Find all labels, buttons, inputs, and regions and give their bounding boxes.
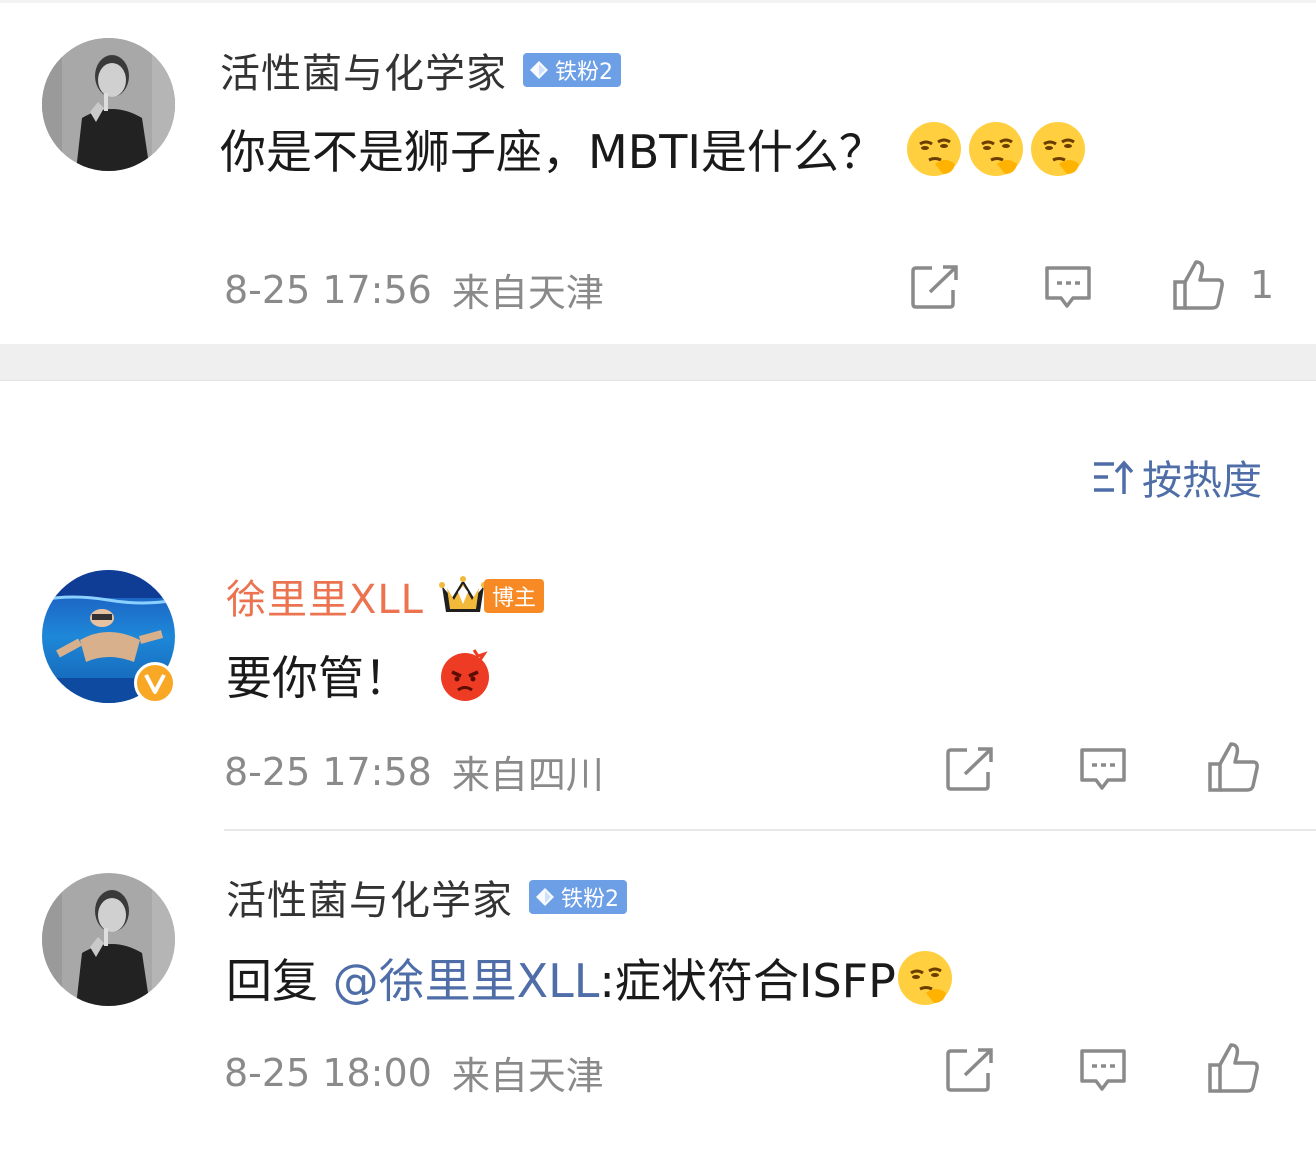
reply-button[interactable] — [1043, 264, 1093, 310]
angry-face-icon — [436, 646, 494, 704]
comment-text: 要你管！ — [226, 651, 410, 705]
avatar[interactable] — [42, 873, 175, 1006]
thumbs-up-icon — [1208, 1043, 1259, 1093]
share-icon — [911, 265, 958, 309]
reply-button[interactable] — [1078, 746, 1128, 792]
username-row: 活性菌与化学家 铁粉2 — [226, 867, 627, 927]
section-separator — [0, 344, 1316, 381]
comment-meta: 8-25 17:56 来自天津 — [224, 262, 604, 317]
share-icon — [946, 747, 993, 791]
comment-text-row: 你是不是狮子座，MBTI是什么？ — [220, 116, 1087, 182]
comment-text: 你是不是狮子座，MBTI是什么？ — [220, 125, 885, 179]
sort-label: 按热度 — [1142, 458, 1262, 504]
blogger-badge[interactable]: 博主 — [438, 576, 544, 614]
fan-badge[interactable]: 铁粉2 — [529, 880, 627, 914]
comment-item: 徐里里XLL 博主 要你管！ 8-25 17:58 来自四川 — [0, 520, 1316, 830]
comment-icon — [1080, 748, 1126, 790]
thumbs-up-icon — [1208, 742, 1259, 792]
thinking-face-icon — [896, 949, 954, 1007]
comment-text-row: 要你管！ — [226, 642, 494, 708]
like-count: 1 — [1250, 263, 1275, 307]
comment-location: 来自天津 — [451, 1054, 604, 1098]
reply-prefix: 回复 — [226, 954, 333, 1008]
username[interactable]: 徐里里XLL — [226, 567, 424, 625]
sort-toggle[interactable]: 按热度 — [1092, 448, 1262, 506]
fan-badge[interactable]: 铁粉2 — [523, 53, 621, 87]
diamond-icon — [536, 888, 554, 906]
comment-location: 来自四川 — [451, 753, 604, 797]
comment-time: 8-25 17:58 — [224, 749, 432, 794]
share-button[interactable] — [910, 264, 960, 310]
thumbs-up-icon — [1173, 260, 1224, 310]
avatar[interactable] — [42, 570, 176, 704]
fan-badge-label: 铁粉2 — [561, 887, 619, 912]
avatar[interactable] — [42, 38, 175, 171]
comment-location: 来自天津 — [451, 271, 604, 315]
blogger-badge-label: 博主 — [483, 579, 544, 613]
mention-link[interactable]: @徐里里XLL — [333, 945, 600, 1011]
thinking-face-icon — [905, 120, 963, 178]
thinking-face-icon — [1029, 120, 1087, 178]
like-button[interactable] — [1207, 740, 1261, 794]
comment-icon — [1045, 266, 1091, 308]
username-row: 徐里里XLL 博主 — [226, 566, 544, 626]
crown-icon — [438, 576, 487, 612]
sort-icon — [1094, 460, 1134, 494]
comment-item: 活性菌与化学家 铁粉2 你是不是狮子座，MBTI是什么？ 8-25 17:56 … — [0, 0, 1316, 344]
comment-text: :症状符合ISFP — [599, 954, 896, 1008]
comment-time: 8-25 17:56 — [224, 267, 432, 312]
comment-meta: 8-25 18:00 来自天津 — [224, 1045, 604, 1100]
share-icon — [946, 1048, 993, 1092]
comment-page: 活性菌与化学家 铁粉2 你是不是狮子座，MBTI是什么？ 8-25 17:56 … — [0, 0, 1316, 1168]
username[interactable]: 活性菌与化学家 — [226, 868, 513, 926]
fan-badge-label: 铁粉2 — [555, 60, 613, 85]
comment-text-row: 回复 @徐里里XLL :症状符合ISFP — [226, 945, 954, 1011]
like-button[interactable]: 1 — [1172, 258, 1274, 312]
reply-button[interactable] — [1078, 1047, 1128, 1093]
like-button[interactable] — [1207, 1041, 1261, 1095]
comment-item: 活性菌与化学家 铁粉2 回复 @徐里里XLL :症状符合ISFP 8-25 18… — [0, 831, 1316, 1168]
comment-time: 8-25 18:00 — [224, 1050, 432, 1095]
comment-meta: 8-25 17:58 来自四川 — [224, 744, 604, 799]
username[interactable]: 活性菌与化学家 — [220, 41, 507, 99]
thinking-face-icon — [967, 120, 1025, 178]
verified-v-icon — [144, 674, 166, 694]
comment-icon — [1080, 1049, 1126, 1091]
share-button[interactable] — [945, 1047, 995, 1093]
diamond-icon — [530, 61, 548, 79]
verified-badge — [134, 662, 176, 704]
username-row: 活性菌与化学家 铁粉2 — [220, 40, 621, 100]
share-button[interactable] — [945, 746, 995, 792]
